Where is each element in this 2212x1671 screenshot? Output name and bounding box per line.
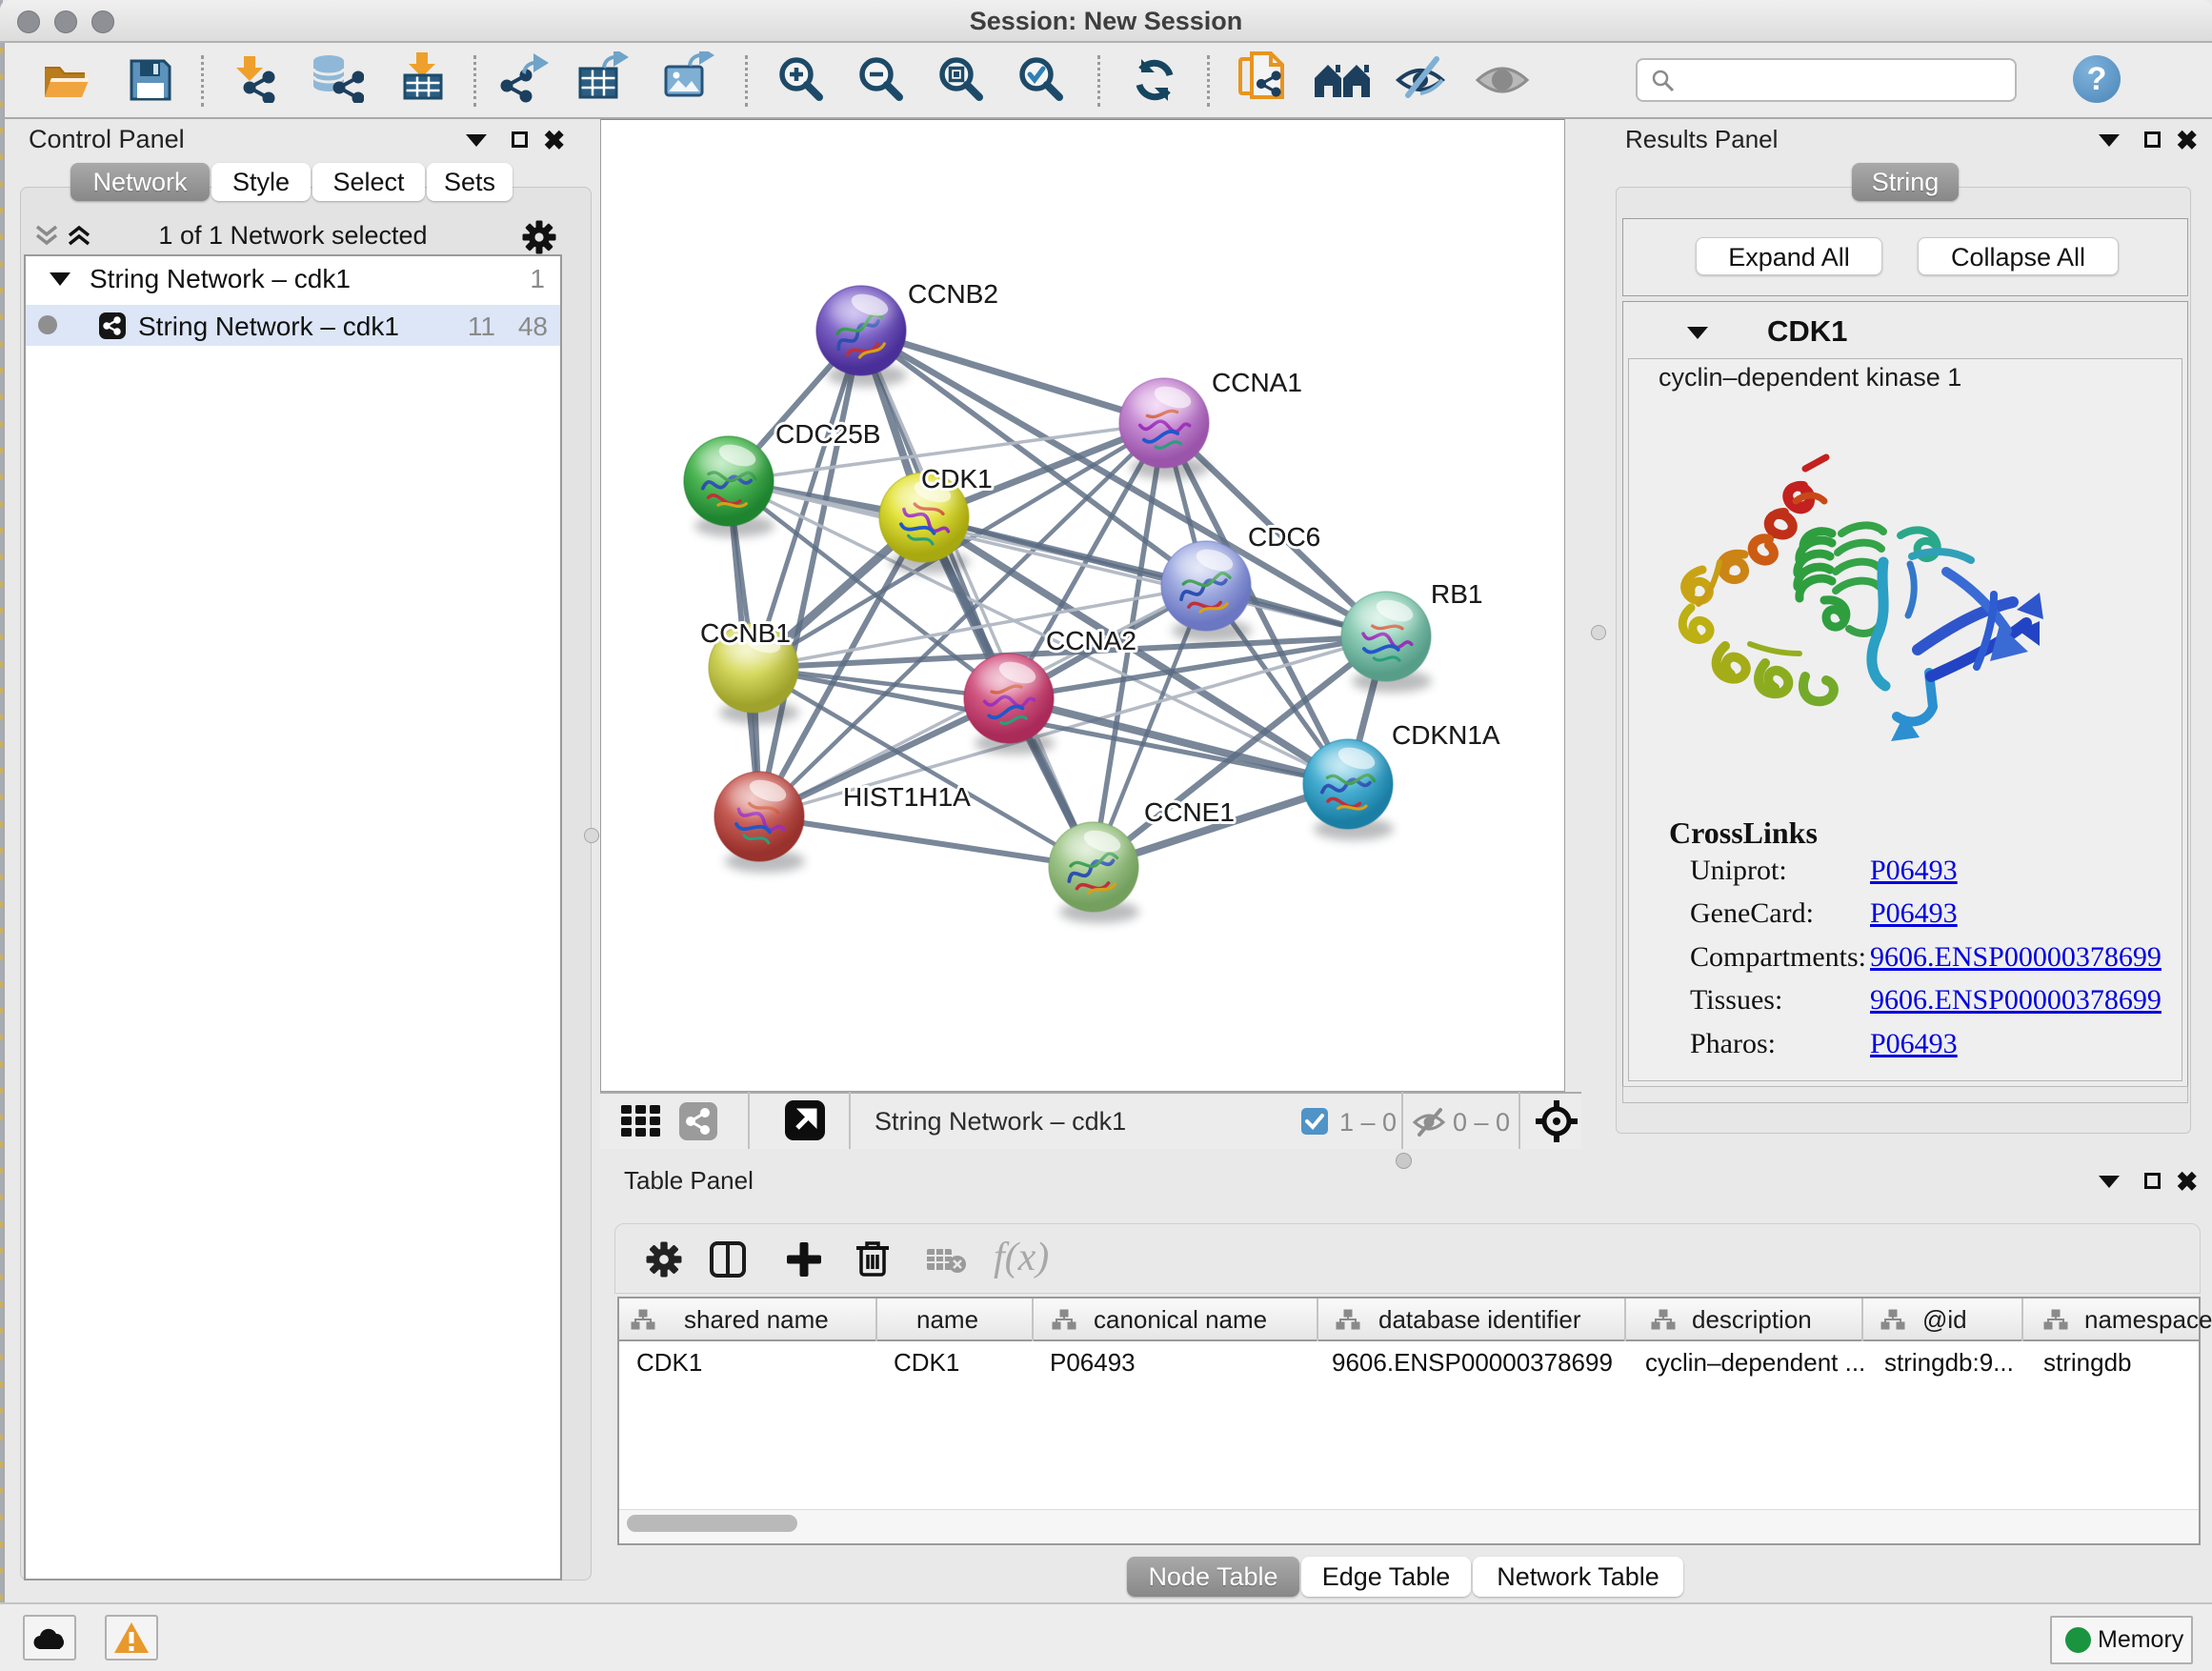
svg-text:CDC25B: CDC25B bbox=[775, 419, 880, 449]
svg-text:CCNA2: CCNA2 bbox=[1046, 626, 1136, 655]
svg-text:CDK1: CDK1 bbox=[921, 464, 993, 493]
svg-text:CCNE1: CCNE1 bbox=[1144, 797, 1235, 827]
svg-text:RB1: RB1 bbox=[1431, 579, 1482, 609]
svg-text:CDC6: CDC6 bbox=[1248, 522, 1320, 552]
svg-text:CCNB2: CCNB2 bbox=[908, 279, 998, 309]
svg-text:HIST1H1A: HIST1H1A bbox=[843, 782, 971, 812]
svg-text:CCNA1: CCNA1 bbox=[1212, 368, 1302, 397]
svg-text:CCNB1: CCNB1 bbox=[700, 618, 791, 648]
svg-text:CDKN1A: CDKN1A bbox=[1392, 720, 1500, 750]
